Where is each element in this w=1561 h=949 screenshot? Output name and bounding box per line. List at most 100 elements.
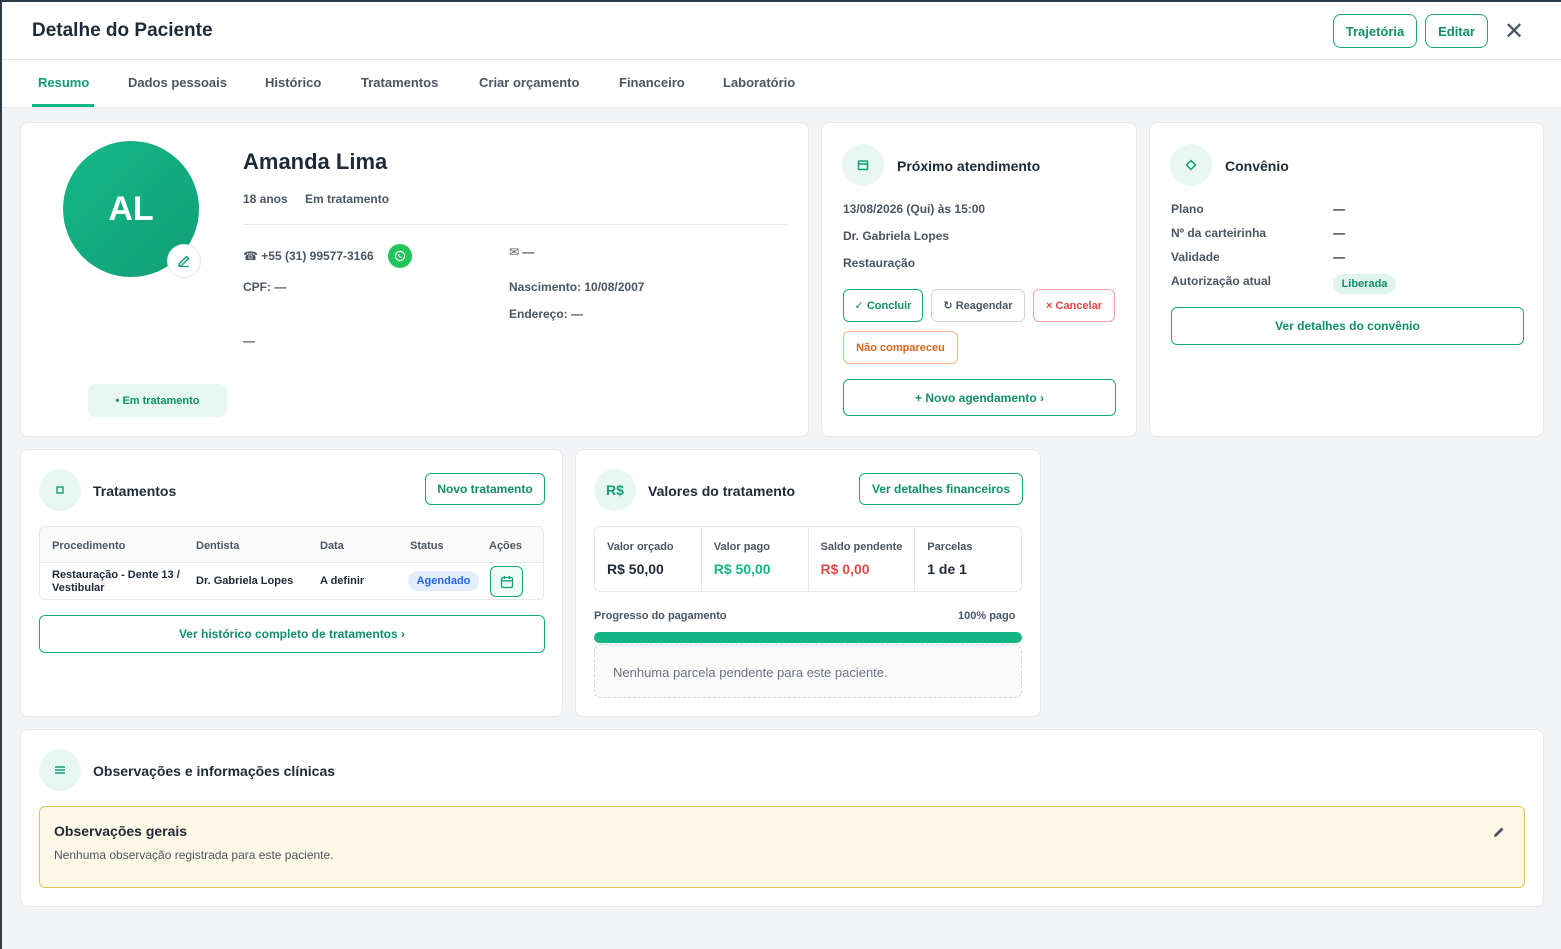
col-dentista: Dentista (196, 540, 240, 552)
observacoes-gerais-text: Nenhuma observação registrada para este … (54, 848, 334, 862)
empty-installments-msg: Nenhuma parcela pendente para este pacie… (613, 665, 888, 680)
valor-pago-value: R$ 50,00 (713, 561, 771, 577)
autorizacao-label: Autorização atual (1171, 274, 1272, 288)
tab-dados-pessoais[interactable]: Dados pessoais (128, 75, 227, 90)
patient-card: AL Amanda Lima 18 anos Em tratamento ☎ +… (20, 122, 809, 437)
edit-button[interactable]: Editar (1425, 14, 1488, 48)
tab-resumo[interactable]: Resumo (38, 75, 89, 90)
convenio-card: Convênio Plano — Nº da carteirinha — Val… (1149, 122, 1544, 437)
valor-pago-cell: Valor pago R$ 50,00 (702, 527, 809, 591)
trajetoria-button[interactable]: Trajetória (1333, 14, 1417, 48)
ver-historico-button[interactable]: Ver histórico completo de tratamentos › (39, 615, 545, 653)
row-procedimento-l2: Vestibular (52, 582, 105, 594)
carteirinha-value: — (1333, 226, 1345, 240)
progress-label: Progresso do pagamento (594, 610, 727, 622)
tratamentos-table: Procedimento Dentista Data Status Ações … (39, 526, 544, 600)
parcelas-cell: Parcelas 1 de 1 (915, 527, 1021, 591)
valor-orcado-label: Valor orçado (607, 541, 674, 553)
validade-value: — (1333, 250, 1345, 264)
patient-name: Amanda Lima (243, 149, 388, 174)
patient-birth: Nascimento: 10/08/2007 (509, 280, 645, 294)
values-grid: Valor orçado R$ 50,00 Valor pago R$ 50,0… (594, 526, 1022, 592)
patient-status-text: Em tratamento (305, 192, 390, 206)
reagendar-button[interactable]: ↻ Reagendar (931, 289, 1025, 322)
row-procedimento-l1: Restauração - Dente 13 / (52, 569, 180, 581)
progress-track (594, 632, 1022, 643)
col-status: Status (410, 540, 444, 552)
novo-tratamento-button[interactable]: Novo tratamento (425, 473, 545, 505)
tab-laboratorio[interactable]: Laboratório (723, 75, 795, 90)
patient-phone: ☎ +55 (31) 99577-3166 (243, 249, 374, 263)
progress-fill (594, 632, 1022, 643)
edit-observacoes-icon[interactable] (1492, 825, 1508, 841)
observacoes-card: Observações e informações clínicas Obser… (20, 729, 1544, 907)
row-calendar-action-icon[interactable] (490, 566, 523, 597)
patient-extra: — (243, 334, 255, 348)
phone-value: +55 (31) 99577-3166 (261, 249, 374, 263)
carteirinha-label: Nº da carteirinha (1171, 226, 1267, 240)
observacoes-title: Observações e informações clínicas (93, 763, 336, 779)
saldo-pendente-cell: Saldo pendente R$ 0,00 (809, 527, 916, 591)
patient-email: ✉ — (509, 245, 534, 259)
list-icon (39, 749, 81, 791)
ver-detalhes-financeiros-button[interactable]: Ver detalhes financeiros (859, 473, 1023, 505)
whatsapp-icon[interactable] (388, 244, 412, 268)
close-icon[interactable]: ✕ (1502, 20, 1526, 44)
appointment-procedure: Restauração (843, 256, 916, 270)
mail-icon: ✉ (509, 245, 523, 259)
modal-header: Detalhe do Paciente Trajetória Editar ✕ (2, 2, 1561, 60)
cancelar-button[interactable]: × Cancelar (1033, 289, 1115, 322)
valores-card: R$ Valores do tratamento Ver detalhes fi… (575, 449, 1041, 717)
diamond-icon (1170, 144, 1212, 186)
autorizacao-badge: Liberada (1333, 274, 1396, 294)
nao-compareceu-button[interactable]: Não compareceu (843, 331, 958, 364)
next-appointment-title: Próximo atendimento (897, 158, 1041, 174)
observacoes-gerais-title: Observações gerais (54, 823, 188, 839)
row-status-badge: Agendado (408, 571, 479, 591)
parcelas-label: Parcelas (927, 541, 973, 553)
tratamentos-card: Tratamentos Novo tratamento Procedimento… (20, 449, 563, 717)
tratamentos-title: Tratamentos (93, 483, 177, 499)
row-data: A definir (320, 575, 365, 587)
active-tab-indicator (32, 104, 94, 107)
parcelas-value: 1 de 1 (927, 561, 967, 577)
empty-installments-box: Nenhuma parcela pendente para este pacie… (594, 644, 1022, 698)
appointment-datetime: 13/08/2026 (Qui) às 15:00 (843, 202, 986, 216)
valores-title: Valores do tratamento (648, 483, 796, 499)
col-acoes: Ações (489, 540, 523, 552)
appointment-dentist: Dr. Gabriela Lopes (843, 229, 950, 243)
novo-agendamento-button[interactable]: + Novo agendamento › (843, 379, 1116, 416)
valor-orcado-cell: Valor orçado R$ 50,00 (595, 527, 702, 591)
row-dentista: Dr. Gabriela Lopes (196, 575, 294, 587)
saldo-pendente-label: Saldo pendente (820, 541, 903, 553)
tab-historico[interactable]: Histórico (265, 75, 321, 90)
currency-icon: R$ (594, 469, 636, 511)
observacoes-gerais-box: Observações gerais Nenhuma observação re… (39, 806, 1525, 888)
page-title: Detalhe do Paciente (32, 20, 213, 41)
progress-text: 100% pago (958, 610, 1016, 622)
status-badge: • Em tratamento (88, 384, 227, 417)
plano-value: — (1333, 202, 1345, 216)
calendar-icon (842, 144, 884, 186)
col-procedimento: Procedimento (52, 540, 126, 552)
square-icon (39, 469, 81, 511)
plano-label: Plano (1171, 202, 1204, 216)
tab-criar-orcamento[interactable]: Criar orçamento (479, 75, 579, 90)
patient-address: Endereço: — (509, 307, 584, 321)
saldo-pendente-value: R$ 0,00 (820, 561, 870, 577)
col-data: Data (320, 540, 344, 552)
ver-detalhes-convenio-button[interactable]: Ver detalhes do convênio (1171, 307, 1524, 345)
tab-tratamentos[interactable]: Tratamentos (361, 75, 438, 90)
patient-cpf: CPF: — (243, 280, 287, 294)
next-appointment-card: Próximo atendimento 13/08/2026 (Qui) às … (821, 122, 1137, 437)
validade-label: Validade (1171, 250, 1220, 264)
tab-financeiro[interactable]: Financeiro (619, 75, 685, 90)
divider (243, 224, 788, 225)
tab-bar: Resumo Dados pessoais Histórico Tratamen… (2, 60, 1561, 108)
valor-orcado-value: R$ 50,00 (607, 561, 664, 577)
edit-avatar-icon[interactable] (167, 244, 201, 278)
concluir-button[interactable]: ✓ Concluir (843, 289, 923, 322)
email-value: — (522, 245, 535, 259)
patient-age: 18 anos (243, 192, 288, 206)
convenio-title: Convênio (1225, 158, 1289, 174)
